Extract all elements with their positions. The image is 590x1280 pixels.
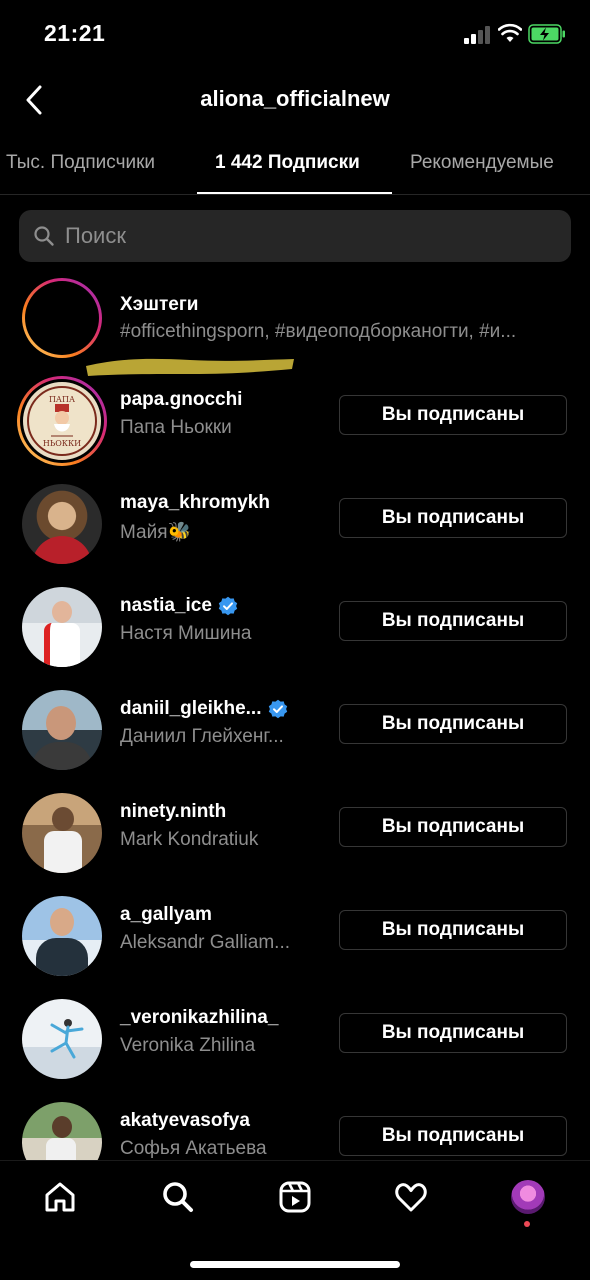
avatar[interactable] <box>22 793 102 873</box>
reels-tab[interactable] <box>277 1179 313 1215</box>
username: a_gallyam <box>120 904 212 925</box>
list-item[interactable]: daniil_gleikhe... Даниил Глейхенг... Вы … <box>0 678 590 778</box>
hashtags-row[interactable]: Хэштеги #officethingsporn, #видеоподборк… <box>0 276 590 358</box>
following-button[interactable]: Вы подписаны <box>339 807 567 847</box>
avatar[interactable] <box>22 587 102 667</box>
full-name: Майя🐝 <box>120 522 192 543</box>
status-time: 21:21 <box>44 20 106 46</box>
heart-icon <box>395 1183 427 1212</box>
full-name: Veronika Zhilina <box>120 1035 256 1056</box>
avatar[interactable] <box>22 896 102 976</box>
username: maya_khromykh <box>120 492 270 513</box>
svg-text:НЬОККИ: НЬОККИ <box>43 439 81 448</box>
page-title: aliona_officialnew <box>200 86 390 111</box>
username: _veronikazhilina_ <box>120 1007 279 1028</box>
notification-dot <box>524 1221 530 1227</box>
status-bar: 21:21 <box>0 0 590 72</box>
full-name: Даниил Глейхенг... <box>120 726 284 747</box>
username: akatyevasofya <box>120 1110 250 1131</box>
full-name: Aleksandr Galliam... <box>120 932 291 953</box>
following-button[interactable]: Вы подписаны <box>339 1116 567 1156</box>
home-indicator <box>190 1261 400 1268</box>
follow-tabs: Тыс. Подписчики 1 442 Подписки Рекоменду… <box>0 140 590 194</box>
hashtag-avatar <box>22 278 102 358</box>
tab-suggested[interactable]: Рекомендуемые <box>410 152 554 174</box>
username: daniil_gleikhe... <box>120 698 288 720</box>
chevron-left-icon <box>26 85 42 115</box>
username: nastia_ice <box>120 595 238 617</box>
full-name: Настя Мишина <box>120 623 252 644</box>
following-button[interactable]: Вы подписаны <box>339 395 567 435</box>
full-name: Папа Ньокки <box>120 417 232 438</box>
verified-badge-icon <box>268 699 287 719</box>
list-item[interactable]: maya_khromykh Майя🐝 Вы подписаны <box>0 472 590 572</box>
list-item[interactable]: ПАПА НЬОККИ papa.gnocchi Папа Ньокки Вы … <box>0 369 590 469</box>
list-item[interactable]: _veronikazhilina_ Veronika Zhilina Вы по… <box>0 987 590 1087</box>
full-name: Софья Акатьева <box>120 1138 267 1159</box>
avatar[interactable] <box>22 999 102 1079</box>
logo-icon: ПАПА НЬОККИ <box>27 386 97 456</box>
nav-bar: aliona_officialnew <box>0 72 590 130</box>
divider <box>0 194 590 195</box>
search-icon <box>34 226 54 246</box>
activity-tab[interactable] <box>393 1179 429 1215</box>
list-item[interactable]: a_gallyam Aleksandr Galliam... Вы подпис… <box>0 884 590 984</box>
battery-icon <box>528 24 565 44</box>
following-button[interactable]: Вы подписаны <box>339 601 567 641</box>
search-input[interactable] <box>65 210 555 262</box>
verified-badge-icon <box>218 596 238 616</box>
list-item[interactable]: ninety.ninth Mark Kondratiuk Вы подписан… <box>0 781 590 881</box>
profile-tab[interactable] <box>510 1179 546 1215</box>
following-button[interactable]: Вы подписаны <box>339 1013 567 1053</box>
following-button[interactable]: Вы подписаны <box>339 498 567 538</box>
hashtags-title: Хэштеги <box>120 294 199 315</box>
avatar[interactable] <box>22 690 102 770</box>
search-icon <box>163 1182 193 1212</box>
username: papa.gnocchi <box>120 389 243 410</box>
following-button[interactable]: Вы подписаны <box>339 910 567 950</box>
hashtags-list: #officethingsporn, #видеоподборканогти, … <box>120 321 517 342</box>
reels-icon <box>279 1181 311 1213</box>
following-button[interactable]: Вы подписаны <box>339 704 567 744</box>
username: ninety.ninth <box>120 801 227 822</box>
home-icon <box>45 1182 75 1212</box>
search-tab[interactable] <box>160 1179 196 1215</box>
full-name: Mark Kondratiuk <box>120 829 259 850</box>
skater-figure <box>50 1019 84 1059</box>
wifi-icon <box>498 23 522 42</box>
svg-text:ПАПА: ПАПА <box>49 395 75 404</box>
signal-icon <box>464 26 494 44</box>
home-tab[interactable] <box>42 1179 78 1215</box>
search-bar <box>19 210 571 262</box>
tab-following[interactable]: 1 442 Подписки <box>215 152 360 174</box>
tab-followers[interactable]: Тыс. Подписчики <box>6 152 155 174</box>
profile-avatar <box>511 1180 545 1214</box>
back-button[interactable] <box>14 80 54 120</box>
avatar[interactable]: ПАПА НЬОККИ <box>17 376 107 466</box>
avatar[interactable] <box>22 484 102 564</box>
hashtag-icon <box>43 299 81 337</box>
list-item[interactable]: nastia_ice Настя Мишина Вы подписаны <box>0 575 590 675</box>
